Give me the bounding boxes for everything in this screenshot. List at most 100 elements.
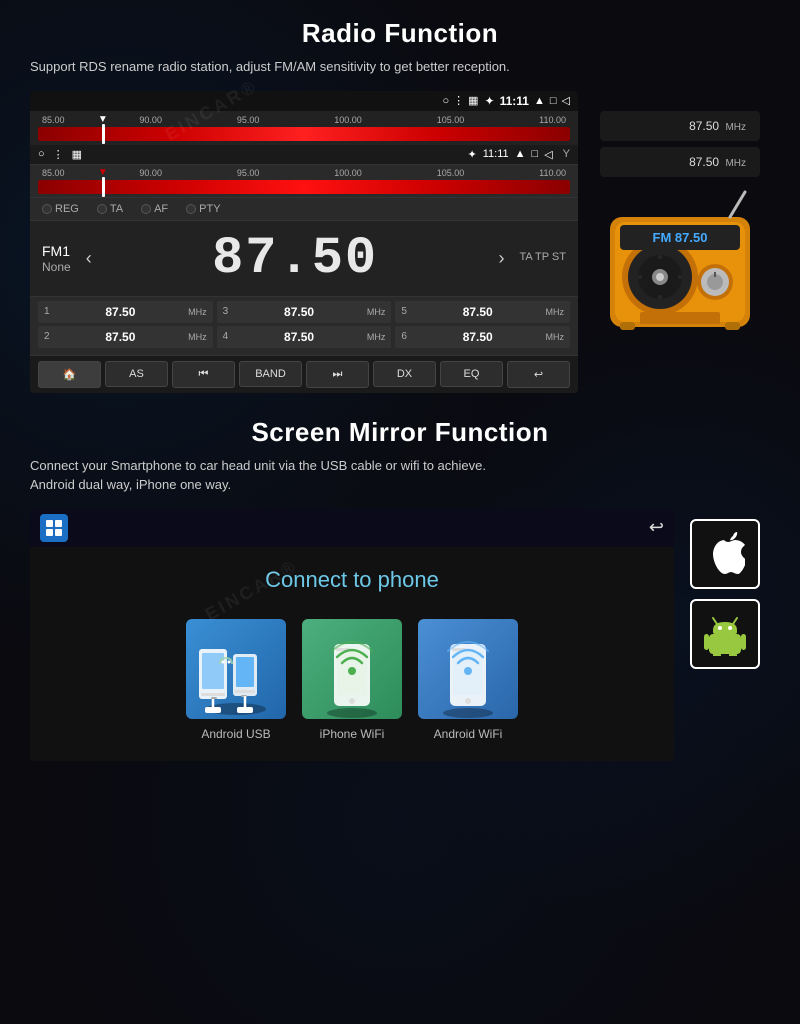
toggle-af[interactable]: AF <box>141 203 168 215</box>
mirror-statusbar: ↩ <box>30 509 674 547</box>
radio-content-row: ○ ⋮ ▦ ✦ 11:11 ▲ □ ◁ 85.00 <box>30 91 770 393</box>
inner-img-icon: ▦ <box>72 148 82 161</box>
inner-dots-icon: ⋮ <box>53 148 64 161</box>
freq-prev-btn[interactable]: ‹ <box>81 248 97 269</box>
signal-icon: ▲ <box>534 95 545 107</box>
status-time: 11:11 <box>500 94 529 108</box>
freq-needle-2 <box>102 177 105 197</box>
next-btn[interactable]: ⏭ <box>306 361 369 388</box>
preset-6[interactable]: 6 87.50 MHz <box>395 326 570 348</box>
freq-90: 90.00 <box>139 115 162 125</box>
back-arrow-icon[interactable]: ↩ <box>649 517 664 538</box>
mirror-screen: ↩ Connect to phone <box>30 509 674 761</box>
mirror-title: Screen Mirror Function <box>30 417 770 448</box>
inner-right-info: ✦ 11:11 ▲ □ ◁ Y <box>468 148 570 161</box>
back-btn[interactable]: ↩ <box>507 361 570 388</box>
preset-4[interactable]: 4 87.50 MHz <box>217 326 392 348</box>
freq-track-1[interactable] <box>38 127 570 141</box>
statusbar-right: ✦ 11:11 ▲ □ ◁ <box>485 94 570 108</box>
ta-tp-st-label: TA TP ST <box>520 249 566 267</box>
inner-circle-icon: ○ <box>38 148 45 160</box>
preset-1[interactable]: 1 87.50 MHz <box>38 301 213 323</box>
toggle-reg[interactable]: REG <box>42 203 79 215</box>
radio-section: Radio Function Support RDS rename radio … <box>0 0 800 403</box>
toggle-pty[interactable]: PTY <box>186 203 220 215</box>
toggle-ta[interactable]: TA <box>97 203 123 215</box>
circle-icon: ○ <box>442 95 449 107</box>
mirror-section: Screen Mirror Function Connect your Smar… <box>0 403 800 771</box>
freq-110: 110.00 <box>539 115 566 125</box>
toggle-dot-af <box>141 204 151 214</box>
radio-desc: Support RDS rename radio station, adjust… <box>30 57 770 77</box>
side-freq-2: 87.50 MHz <box>600 147 760 177</box>
prev-btn[interactable]: ⏮ <box>172 361 235 388</box>
radio-side-container: 87.50 MHz 87.50 MHz <box>600 111 760 352</box>
side-freq-val-2: 87.50 <box>689 155 719 169</box>
connect-android-wifi[interactable]: Android WiFi <box>418 619 518 741</box>
inner-left-icons: ○ ⋮ ▦ <box>38 148 82 161</box>
freq-85: 85.00 <box>42 115 65 125</box>
toggle-dot-pty <box>186 204 196 214</box>
toggle-dot-reg <box>42 204 52 214</box>
freq-95: 95.00 <box>237 115 260 125</box>
android-wifi-icon-box <box>418 619 518 719</box>
preset-5[interactable]: 5 87.50 MHz <box>395 301 570 323</box>
mirror-side-icons <box>690 509 770 669</box>
connect-options: Android USB <box>30 609 674 761</box>
freq-100: 100.00 <box>334 115 362 125</box>
toggle-dot-ta <box>97 204 107 214</box>
page-wrapper: Radio Function Support RDS rename radio … <box>0 0 800 1024</box>
freq-slider-1[interactable]: 85.00 90.00 95.00 100.00 105.00 110.00 <box>30 111 578 145</box>
radio-inner-status: ○ ⋮ ▦ ✦ 11:11 ▲ □ ◁ Y <box>30 145 578 165</box>
mirror-desc: Connect your Smartphone to car head unit… <box>30 456 770 495</box>
freq-needle-1 <box>102 124 105 144</box>
apple-logo-icon <box>705 532 745 576</box>
logo-icon <box>44 518 64 538</box>
main-frequency: 87.50 <box>107 229 484 288</box>
freq-numbers-top: 85.00 90.00 95.00 100.00 105.00 110.00 <box>38 115 570 125</box>
android-wifi-icon <box>423 629 513 719</box>
android-icon-box <box>690 599 760 669</box>
android-wifi-label: Android WiFi <box>434 727 503 741</box>
svg-text:FM 87.50: FM 87.50 <box>653 230 708 245</box>
radio-title: Radio Function <box>30 18 770 49</box>
fm-info: FM1 None <box>42 242 71 274</box>
side-freq-1: 87.50 MHz <box>600 111 760 141</box>
radio-screen: ○ ⋮ ▦ ✦ 11:11 ▲ □ ◁ 85.00 <box>30 91 578 393</box>
freq-slider-2[interactable]: 85.00 90.00 95.00 100.00 105.00 110.00 <box>30 165 578 198</box>
preset-3[interactable]: 3 87.50 MHz <box>217 301 392 323</box>
fm-station: None <box>42 260 71 274</box>
home-btn[interactable]: 🏠 <box>38 361 101 388</box>
radio-main-display: FM1 None ‹ 87.50 › TA TP ST <box>30 221 578 297</box>
android-usb-icon <box>191 629 281 719</box>
radio-statusbar: ○ ⋮ ▦ ✦ 11:11 ▲ □ ◁ <box>30 91 578 111</box>
freq-next-btn[interactable]: › <box>494 248 510 269</box>
inner-back-icon: ◁ <box>544 148 552 161</box>
side-freq-val-1: 87.50 <box>689 119 719 133</box>
preset-row-2: 2 87.50 MHz 4 87.50 MHz 6 87.50 MHz <box>38 326 570 348</box>
radio-image-wrap: 87.50 MHz 87.50 MHz <box>590 91 770 352</box>
back-nav-icon: ◁ <box>562 94 570 107</box>
connect-phone-heading: Connect to phone <box>30 547 674 609</box>
band-btn[interactable]: BAND <box>239 361 302 387</box>
connect-iphone-wifi[interactable]: iPhone WiFi <box>302 619 402 741</box>
radio-toggles: REG TA AF PTY <box>30 198 578 221</box>
fm-label: FM1 <box>42 242 71 260</box>
as-btn[interactable]: AS <box>105 361 168 387</box>
dx-btn[interactable]: DX <box>373 361 436 387</box>
connect-android-usb[interactable]: Android USB <box>186 619 286 741</box>
dots-icon: ⋮ <box>453 94 464 107</box>
android-usb-label: Android USB <box>201 727 270 741</box>
inner-signal-icon: ▲ <box>515 148 526 160</box>
bluetooth-icon: ✦ <box>485 94 495 108</box>
statusbar-icons: ○ ⋮ ▦ <box>442 94 478 107</box>
inner-time: 11:11 <box>483 148 509 160</box>
android-usb-icon-box <box>186 619 286 719</box>
freq-numbers-top-2: 85.00 90.00 95.00 100.00 105.00 110.00 <box>38 168 570 178</box>
preset-2[interactable]: 2 87.50 MHz <box>38 326 213 348</box>
radio-illustration: FM 87.50 <box>600 187 760 347</box>
apple-icon-box <box>690 519 760 589</box>
radio-presets: 1 87.50 MHz 3 87.50 MHz 5 87.50 MHz <box>30 297 578 356</box>
freq-track-2[interactable] <box>38 180 570 194</box>
eq-btn[interactable]: EQ <box>440 361 503 387</box>
